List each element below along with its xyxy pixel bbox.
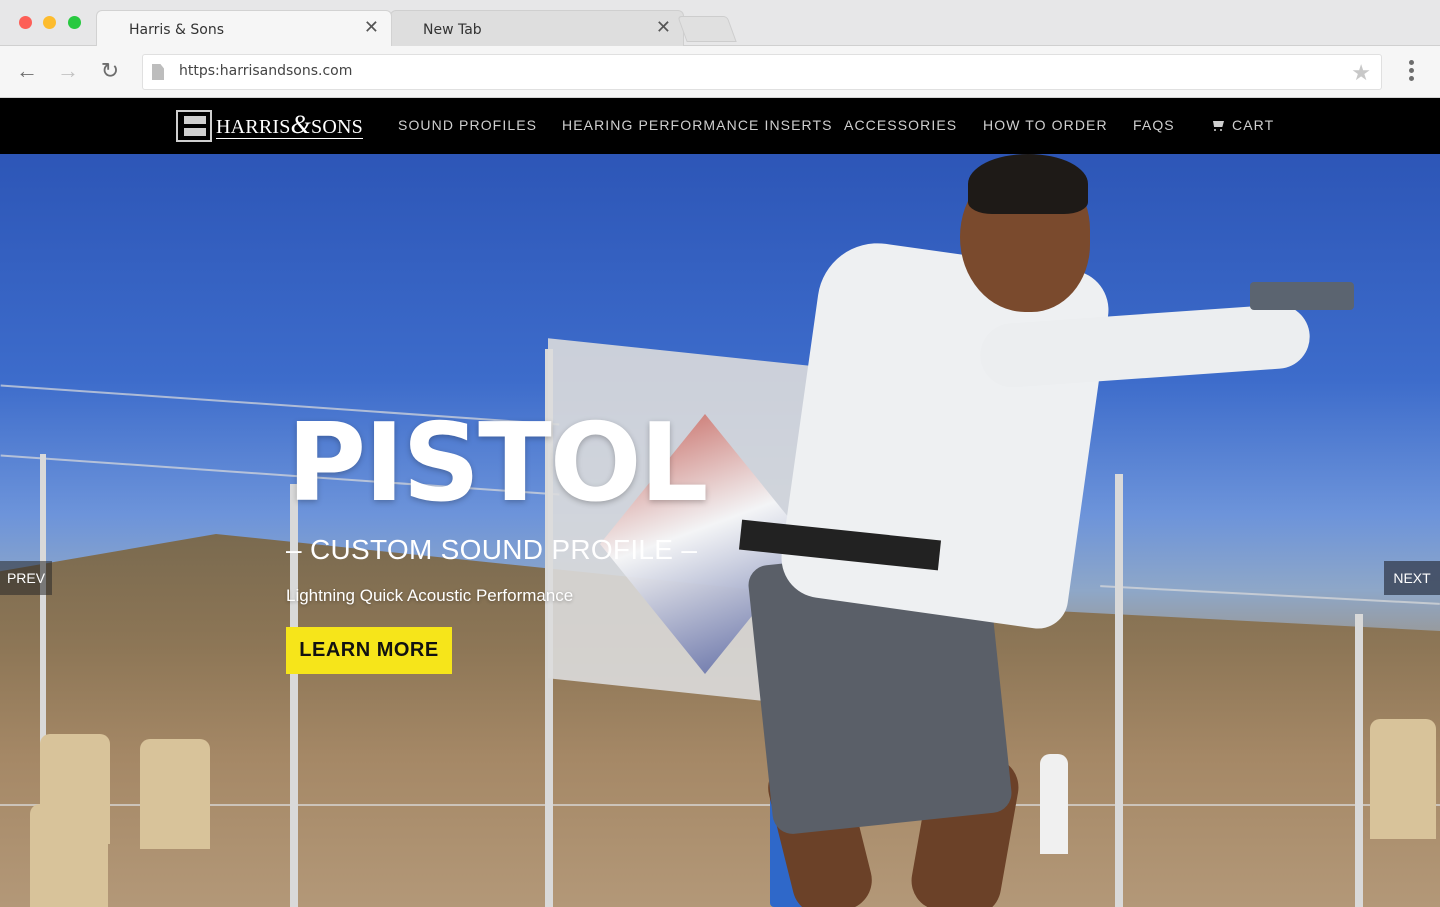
nav-hearing-performance-inserts[interactable]: HEARING PERFORMANCE INSERTS <box>562 117 833 133</box>
new-tab-button[interactable] <box>677 16 737 42</box>
browser-menu-icon[interactable] <box>1402 60 1420 84</box>
cart-icon <box>1211 121 1224 131</box>
slider-next-button[interactable]: NEXT <box>1384 561 1440 595</box>
range-target <box>30 804 108 907</box>
bookmark-star-icon[interactable]: ★ <box>1351 60 1371 86</box>
range-target <box>140 739 210 849</box>
nav-faqs[interactable]: FAQS <box>1133 117 1175 133</box>
tab-title: Harris & Sons <box>129 22 224 38</box>
maximize-window-button[interactable] <box>68 16 81 29</box>
minimize-window-button[interactable] <box>43 16 56 29</box>
site-header: HARRIS&SONS SOUND PROFILES HEARING PERFO… <box>0 98 1440 154</box>
hero-description: Lightning Quick Acoustic Performance <box>286 586 574 605</box>
range-target <box>1370 719 1436 839</box>
tab-harris-sons[interactable]: Harris & Sons ✕ <box>96 10 392 46</box>
hero-subtitle: – CUSTOM SOUND PROFILE – <box>286 534 698 565</box>
forward-arrow-icon[interactable]: → <box>55 58 81 84</box>
fence-wire <box>0 804 1440 806</box>
nav-how-to-order[interactable]: HOW TO ORDER <box>983 117 1108 133</box>
nav-accessories[interactable]: ACCESSORIES <box>844 117 957 133</box>
nav-sound-profiles[interactable]: SOUND PROFILES <box>398 117 537 133</box>
harris-sons-logo[interactable]: HARRIS&SONS <box>176 109 363 143</box>
tab-new-tab[interactable]: New Tab ✕ <box>390 10 684 46</box>
tab-title: New Tab <box>423 22 482 38</box>
browser-tab-bar: Harris & Sons ✕ New Tab ✕ <box>0 0 1440 46</box>
hero-slider: PISTOL – CUSTOM SOUND PROFILE – Lightnin… <box>0 154 1440 907</box>
logo-mark-icon <box>176 110 212 142</box>
fence-post <box>1115 474 1123 907</box>
browser-toolbar: ← → ↻ https:harrisandsons.com ★ <box>0 46 1440 98</box>
learn-more-button[interactable]: LEARN MORE <box>286 627 452 674</box>
shooter-hair <box>968 154 1088 214</box>
url-text[interactable]: https:harrisandsons.com <box>179 63 352 79</box>
slider-prev-button[interactable]: PREV <box>0 561 52 595</box>
close-window-button[interactable] <box>19 16 32 29</box>
hero-title: PISTOL <box>287 401 708 526</box>
back-arrow-icon[interactable]: ← <box>14 58 40 84</box>
page-icon <box>152 64 164 80</box>
close-icon[interactable]: ✕ <box>656 17 671 37</box>
logo-text: HARRIS&SONS <box>216 109 363 139</box>
address-bar[interactable]: https:harrisandsons.com ★ <box>142 54 1382 90</box>
pistol-image <box>1250 282 1354 310</box>
fence-post <box>1355 614 1363 907</box>
reload-icon[interactable]: ↻ <box>97 58 123 84</box>
range-target <box>1040 754 1068 854</box>
nav-cart[interactable]: CART <box>1211 117 1274 133</box>
cart-label: CART <box>1232 117 1275 133</box>
close-icon[interactable]: ✕ <box>364 17 379 37</box>
